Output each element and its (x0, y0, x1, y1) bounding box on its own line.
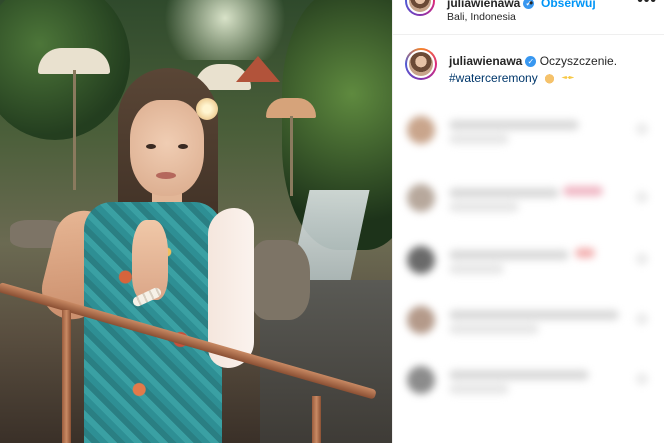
comment-row (393, 110, 664, 150)
comment-meta (449, 134, 509, 144)
heart-icon (637, 254, 647, 264)
post-side-panel: juliawienawa ✓ • Obserwuj Bali, Indonesia… (392, 0, 664, 443)
heart-icon (637, 314, 647, 324)
comment-line (449, 310, 619, 320)
comment-avatar (407, 184, 435, 212)
photo-sky-light (150, 0, 300, 60)
caption-body: Oczyszczenie. (539, 54, 618, 68)
heart-icon (637, 192, 647, 202)
photo-person (35, 60, 270, 443)
comment-emoji (575, 248, 595, 258)
comment-avatar (407, 306, 435, 334)
praying-hands (132, 220, 168, 300)
comment-emoji (563, 186, 603, 196)
photo-railing-post (62, 310, 71, 443)
comment-avatar (407, 246, 435, 274)
post-photo[interactable] (0, 0, 392, 443)
header-divider (393, 34, 664, 35)
header-username-text[interactable]: juliawienawa (447, 0, 520, 10)
hair-flower (196, 98, 218, 120)
header-avatar[interactable] (405, 0, 435, 16)
person-face (130, 100, 204, 196)
follow-button[interactable]: Obserwuj (541, 0, 596, 10)
blurred-comments (393, 100, 664, 443)
sparkles-icon (561, 71, 575, 84)
caption-text: juliawienawa ✓ Oczyszczenie. #waterceremo… (449, 53, 649, 87)
comment-meta (449, 384, 509, 394)
comment-line (449, 188, 559, 198)
comment-avatar (407, 366, 435, 394)
header-username[interactable]: juliawienawa ✓ (447, 0, 535, 10)
photo-umbrella-pole (290, 116, 293, 196)
caption-avatar[interactable] (405, 48, 437, 80)
person-lips (156, 172, 176, 179)
comment-meta (449, 264, 504, 274)
verified-icon: ✓ (525, 56, 537, 68)
comment-row (393, 240, 664, 280)
post-caption: juliawienawa ✓ Oczyszczenie. #waterceremo… (393, 44, 664, 94)
comment-row (393, 300, 664, 340)
location-link[interactable]: Bali, Indonesia (447, 11, 516, 23)
comment-line (449, 250, 569, 260)
comment-line (449, 120, 579, 130)
comment-row (393, 178, 664, 218)
post-header: juliawienawa ✓ • Obserwuj Bali, Indonesia… (393, 0, 664, 30)
comment-meta (449, 324, 539, 334)
comment-line (449, 370, 589, 380)
comment-meta (449, 202, 519, 212)
pray-icon (543, 71, 557, 84)
heart-icon (637, 124, 647, 134)
comment-avatar (407, 116, 435, 144)
heart-icon (637, 374, 647, 384)
more-options-icon[interactable]: ••• (637, 0, 657, 10)
header-separator: • (529, 0, 534, 10)
comment-row (393, 360, 664, 400)
person-eye (146, 144, 156, 149)
photo-railing-post (312, 396, 321, 443)
person-eye (178, 144, 188, 149)
hashtag-link[interactable]: #waterceremony (449, 71, 538, 85)
photo-umbrella (266, 98, 316, 118)
caption-username[interactable]: juliawienawa (449, 54, 522, 68)
